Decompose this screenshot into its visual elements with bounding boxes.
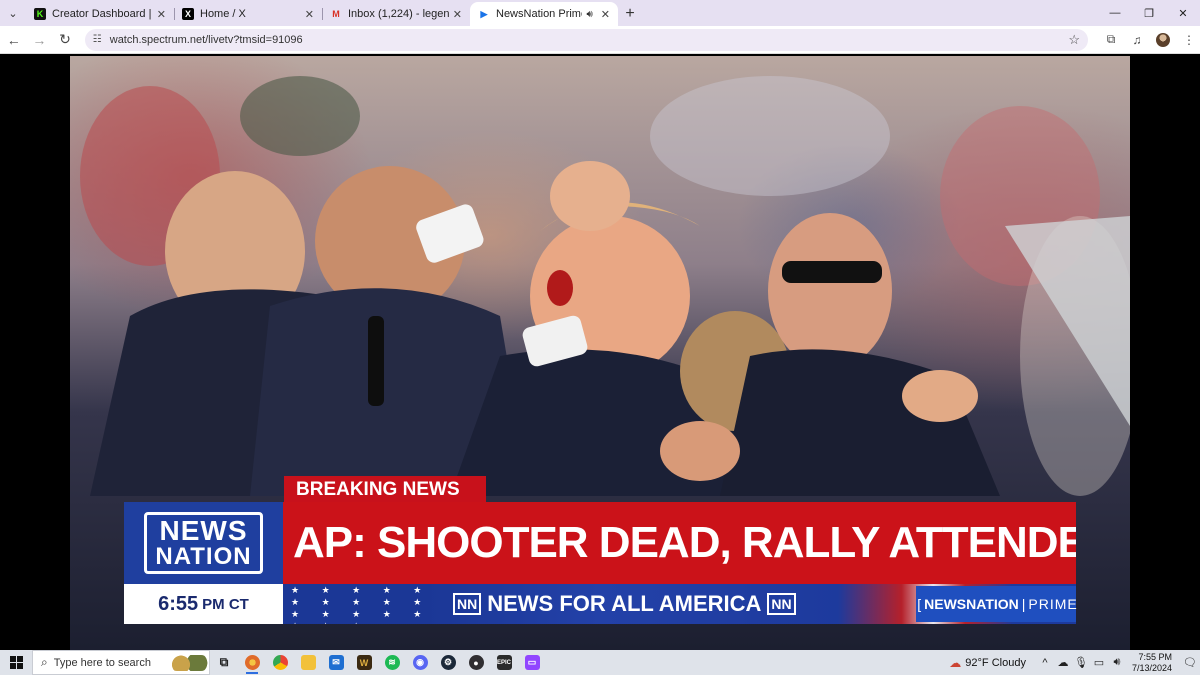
menu-kebab-icon[interactable]: ⋮ <box>1178 29 1200 51</box>
brand-suffix: PRIME <box>1028 596 1078 612</box>
spotify-icon[interactable]: ≋ <box>378 650 406 675</box>
tab-x[interactable]: X Home / X ✕ <box>174 2 322 26</box>
breaking-news-banner: BREAKING NEWS <box>284 476 486 504</box>
speaker-icon[interactable]: 🔊︎ <box>586 9 592 20</box>
search-placeholder[interactable]: Type here to search <box>54 657 169 669</box>
network-icon[interactable]: ▭ <box>1090 656 1108 669</box>
obs-icon[interactable]: ● <box>462 650 490 675</box>
stars-decoration: ★ ★ ★ ★ ★ ★ ★ ★ ★ ★ ★ ★ ★ ★ ★ ★ ★ ★ <box>291 585 432 624</box>
close-icon[interactable]: ✕ <box>601 8 610 21</box>
epic-games-icon[interactable]: EPIC <box>490 650 518 675</box>
newsnation-logo: NEWS NATION <box>124 502 283 584</box>
windows-icon <box>9 656 23 669</box>
close-icon[interactable]: ✕ <box>453 8 462 21</box>
notifications-icon[interactable]: 🗨︎ <box>1180 656 1200 669</box>
video-player[interactable]: BREAKING NEWS NEWS NATION AP: SHOOTER DE… <box>70 56 1130 650</box>
tab-gmail[interactable]: M Inbox (1,224) - legendoftori201 ✕ <box>322 2 470 26</box>
minimize-icon[interactable]: — <box>1098 0 1132 26</box>
tab-title: Creator Dashboard | Kick <box>52 8 153 20</box>
browser-toolbar: ← → ↻ ☷ watch.spectrum.net/livetv?tmsid=… <box>0 26 1200 54</box>
headline: AP: SHOOTER DEAD, RALLY ATTENDEE KILLED <box>283 502 1076 584</box>
time-value: 6:55 <box>158 592 199 615</box>
twitch-icon[interactable]: ▭ <box>518 650 546 675</box>
microphone-icon[interactable]: 🎙︎ <box>1072 656 1090 669</box>
nn-logo-icon: NN <box>767 593 796 615</box>
discord-icon[interactable]: ◉ <box>406 650 434 675</box>
logo-box: NEWS NATION <box>144 512 263 574</box>
clock[interactable]: 7:55 PM 7/13/2024 <box>1132 652 1172 674</box>
back-icon[interactable]: ← <box>2 28 26 52</box>
tab-search-dropdown-icon[interactable]: ⌄ <box>0 0 26 26</box>
profile-avatar[interactable] <box>1152 29 1174 51</box>
bookmark-star-icon[interactable]: ☆ <box>1068 32 1080 48</box>
onedrive-icon[interactable]: ☁ <box>1054 656 1072 669</box>
window-controls: — ❐ ✕ <box>1098 0 1200 26</box>
steam-icon[interactable]: ⚙ <box>434 650 462 675</box>
new-tab-button[interactable]: + <box>618 2 642 26</box>
volume-icon[interactable]: 🔊︎ <box>1108 656 1126 669</box>
kick-icon: K <box>34 8 46 20</box>
clock-time: 7:55 PM <box>1138 651 1172 662</box>
x-icon: X <box>182 8 194 20</box>
tab-title: NewsNation Prime, NEWSN <box>496 8 582 20</box>
file-explorer-icon[interactable] <box>294 650 322 675</box>
restore-icon[interactable]: ❐ <box>1132 0 1166 26</box>
start-button[interactable] <box>0 650 32 675</box>
logo-line-1: NEWS <box>159 515 248 546</box>
extensions-icon[interactable]: ⧉ <box>1100 29 1122 51</box>
search-highlight-icon[interactable] <box>169 654 209 671</box>
tab-title: Home / X <box>200 8 246 20</box>
url-text[interactable]: watch.spectrum.net/livetv?tmsid=91096 <box>110 34 1069 46</box>
cloudy-weather-icon: ☁ <box>949 655 962 670</box>
taskbar: ⌕ Type here to search ⧉ ✉ W ≋ ◉ ⚙ ● EPIC… <box>0 650 1200 675</box>
tagline-text: NEWS FOR ALL AMERICA <box>487 591 762 616</box>
tab-title: Inbox (1,224) - legendoftori201 <box>348 8 449 20</box>
play-icon: ▶ <box>480 8 488 19</box>
close-icon[interactable]: ✕ <box>157 8 166 21</box>
tagline: NN NEWS FOR ALL AMERICA NN <box>447 591 802 617</box>
gmail-icon: M <box>332 9 340 19</box>
forward-icon[interactable]: → <box>28 28 52 52</box>
world-of-warcraft-icon[interactable]: W <box>350 650 378 675</box>
time-suffix: PM CT <box>202 595 249 613</box>
tab-kick[interactable]: K Creator Dashboard | Kick ✕ <box>26 2 174 26</box>
taskbar-search[interactable]: ⌕ Type here to search <box>32 650 210 675</box>
logo-line-2: NATION <box>155 543 252 570</box>
weather-text: Cloudy <box>991 656 1026 669</box>
mail-icon[interactable]: ✉ <box>322 650 350 675</box>
close-window-icon[interactable]: ✕ <box>1166 0 1200 26</box>
weather-widget[interactable]: ☁ 92°F Cloudy <box>949 656 1026 670</box>
site-info-icon[interactable]: ☷ <box>93 34 102 45</box>
chevron-up-icon[interactable]: ^ <box>1036 657 1054 669</box>
tab-newsnation[interactable]: ▶ NewsNation Prime, NEWSN 🔊︎ ✕ <box>470 2 618 26</box>
page-content: BREAKING NEWS NEWS NATION AP: SHOOTER DE… <box>0 54 1200 650</box>
chrome-canary-icon[interactable] <box>238 650 266 675</box>
clock-date: 7/13/2024 <box>1131 662 1172 673</box>
tab-strip: ⌄ K Creator Dashboard | Kick ✕ X Home / … <box>0 0 1200 26</box>
reload-icon[interactable]: ↻ <box>53 28 77 52</box>
newsnation-prime-badge: [ NEWSNATION | PRIME <box>916 586 1078 622</box>
media-control-icon[interactable]: ♫ <box>1126 29 1148 51</box>
close-icon[interactable]: ✕ <box>305 8 314 21</box>
nn-logo-icon: NN <box>453 593 482 615</box>
system-tray: ☁ 92°F Cloudy ^ ☁ 🎙︎ ▭ 🔊︎ 7:55 PM 7/13/2… <box>949 650 1200 675</box>
broadcast-time: 6:55 PM CT <box>124 584 283 624</box>
weather-temp: 92°F <box>965 656 989 669</box>
search-icon: ⌕ <box>41 655 48 669</box>
brand-name: NEWSNATION <box>924 596 1019 612</box>
address-bar[interactable]: ☷ watch.spectrum.net/livetv?tmsid=91096 … <box>84 28 1088 51</box>
chrome-icon[interactable] <box>266 650 294 675</box>
task-view-icon[interactable]: ⧉ <box>210 650 238 675</box>
